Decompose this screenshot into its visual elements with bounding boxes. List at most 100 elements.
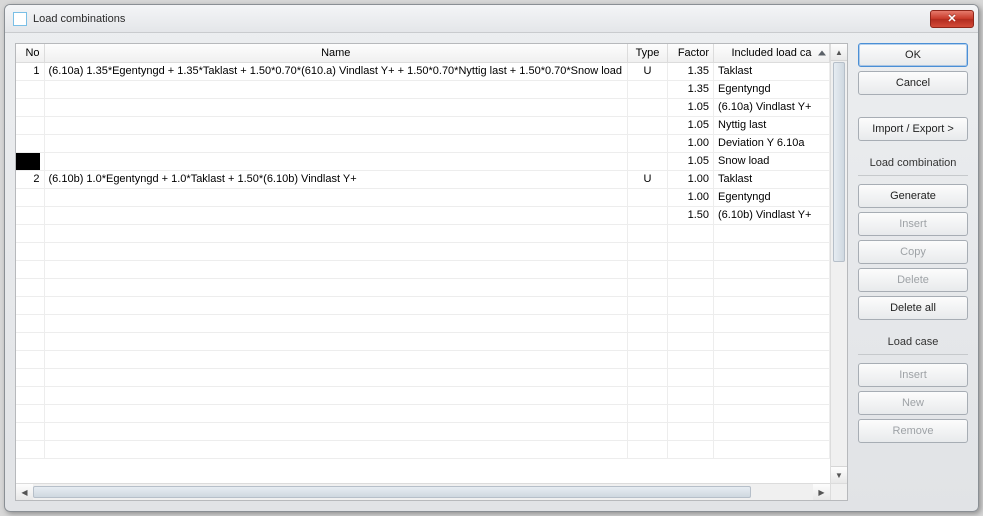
delete-all-button[interactable]: Delete all	[858, 296, 968, 320]
ok-button[interactable]: OK	[858, 43, 968, 67]
insert-combo-button[interactable]: Insert	[858, 212, 968, 236]
close-button[interactable]: ✕	[930, 10, 974, 28]
cell-included[interactable]: Taklast	[714, 170, 830, 188]
header-factor[interactable]: Factor	[668, 44, 714, 62]
table-row[interactable]	[16, 332, 830, 350]
cell-included[interactable]: Deviation Y 6.10a	[714, 134, 830, 152]
cell-name[interactable]: (6.10b) 1.0*Egentyngd + 1.0*Taklast + 1.…	[44, 170, 628, 188]
cell-factor[interactable]	[668, 260, 714, 278]
cell-name[interactable]	[44, 224, 628, 242]
table-row[interactable]	[16, 224, 830, 242]
cell-included[interactable]	[714, 440, 830, 458]
cell-factor[interactable]	[668, 242, 714, 260]
cell-included[interactable]: Nyttig last	[714, 116, 830, 134]
cell-factor[interactable]	[668, 368, 714, 386]
cell-name[interactable]	[44, 134, 628, 152]
cell-name[interactable]	[44, 368, 628, 386]
table-row[interactable]: 1(6.10a) 1.35*Egentyngd + 1.35*Taklast +…	[16, 62, 830, 80]
cell-included[interactable]	[714, 224, 830, 242]
cell-no[interactable]	[16, 278, 44, 296]
table-row[interactable]	[16, 404, 830, 422]
cell-no[interactable]	[16, 206, 44, 224]
cell-factor[interactable]: 1.05	[668, 116, 714, 134]
cell-type[interactable]	[628, 224, 668, 242]
import-export-button[interactable]: Import / Export >	[858, 117, 968, 141]
cell-no[interactable]	[16, 404, 44, 422]
cell-type[interactable]	[628, 152, 668, 170]
horizontal-scroll-thumb[interactable]	[33, 486, 751, 498]
cell-no[interactable]	[16, 314, 44, 332]
cell-no[interactable]	[16, 440, 44, 458]
header-included[interactable]: Included load ca	[714, 44, 830, 62]
cell-type[interactable]	[628, 332, 668, 350]
cell-included[interactable]: Egentyngd	[714, 80, 830, 98]
cell-type[interactable]	[628, 368, 668, 386]
cell-factor[interactable]	[668, 224, 714, 242]
cell-name[interactable]: (6.10a) 1.35*Egentyngd + 1.35*Taklast + …	[44, 62, 628, 80]
scroll-right-icon[interactable]: ▶	[813, 484, 830, 500]
cell-included[interactable]: (6.10a) Vindlast Y+	[714, 98, 830, 116]
cell-no[interactable]	[16, 332, 44, 350]
cell-type[interactable]	[628, 296, 668, 314]
cell-type[interactable]	[628, 386, 668, 404]
cell-factor[interactable]	[668, 440, 714, 458]
cell-name[interactable]	[44, 314, 628, 332]
cell-type[interactable]	[628, 98, 668, 116]
cell-factor[interactable]	[668, 278, 714, 296]
horizontal-scroll-track[interactable]	[33, 484, 813, 500]
cell-type[interactable]	[628, 422, 668, 440]
cell-included[interactable]	[714, 242, 830, 260]
cell-name[interactable]	[44, 242, 628, 260]
cell-factor[interactable]: 1.00	[668, 188, 714, 206]
table-row[interactable]: 1.05Snow load	[16, 152, 830, 170]
cell-no[interactable]	[16, 98, 44, 116]
cell-name[interactable]	[44, 440, 628, 458]
table-row[interactable]: 1.35Egentyngd	[16, 80, 830, 98]
cell-included[interactable]: Snow load	[714, 152, 830, 170]
cell-name[interactable]	[44, 98, 628, 116]
header-name[interactable]: Name	[44, 44, 628, 62]
cell-factor[interactable]: 1.00	[668, 170, 714, 188]
cell-no[interactable]	[16, 80, 44, 98]
cell-included[interactable]	[714, 404, 830, 422]
cell-included[interactable]: Egentyngd	[714, 188, 830, 206]
cell-type[interactable]	[628, 206, 668, 224]
cell-name[interactable]	[44, 206, 628, 224]
cell-factor[interactable]	[668, 314, 714, 332]
table-row[interactable]: 1.00Egentyngd	[16, 188, 830, 206]
cell-type[interactable]	[628, 314, 668, 332]
table-row[interactable]	[16, 314, 830, 332]
header-no[interactable]: No	[16, 44, 44, 62]
cell-included[interactable]	[714, 278, 830, 296]
scroll-left-icon[interactable]: ◀	[16, 484, 33, 500]
cell-type[interactable]	[628, 350, 668, 368]
cancel-button[interactable]: Cancel	[858, 71, 968, 95]
cell-factor[interactable]: 1.50	[668, 206, 714, 224]
cell-name[interactable]	[44, 422, 628, 440]
cell-factor[interactable]	[668, 296, 714, 314]
cell-factor[interactable]: 1.00	[668, 134, 714, 152]
cell-name[interactable]	[44, 332, 628, 350]
cell-no[interactable]	[16, 422, 44, 440]
cell-type[interactable]	[628, 188, 668, 206]
cell-factor[interactable]	[668, 404, 714, 422]
table-row[interactable]: 1.05(6.10a) Vindlast Y+	[16, 98, 830, 116]
cell-type[interactable]	[628, 404, 668, 422]
cell-no[interactable]: 1	[16, 62, 44, 80]
table-row[interactable]	[16, 260, 830, 278]
cell-name[interactable]	[44, 152, 628, 170]
cell-included[interactable]	[714, 422, 830, 440]
cell-no[interactable]	[16, 116, 44, 134]
cell-factor[interactable]: 1.35	[668, 62, 714, 80]
table-row[interactable]	[16, 242, 830, 260]
cell-factor[interactable]	[668, 350, 714, 368]
cell-type[interactable]: U	[628, 170, 668, 188]
cell-name[interactable]	[44, 386, 628, 404]
cell-no[interactable]	[16, 386, 44, 404]
cell-name[interactable]	[44, 80, 628, 98]
cell-included[interactable]	[714, 350, 830, 368]
vertical-scroll-thumb[interactable]	[833, 62, 845, 262]
table-row[interactable]: 1.05Nyttig last	[16, 116, 830, 134]
table-row[interactable]: 2(6.10b) 1.0*Egentyngd + 1.0*Taklast + 1…	[16, 170, 830, 188]
cell-type[interactable]	[628, 440, 668, 458]
